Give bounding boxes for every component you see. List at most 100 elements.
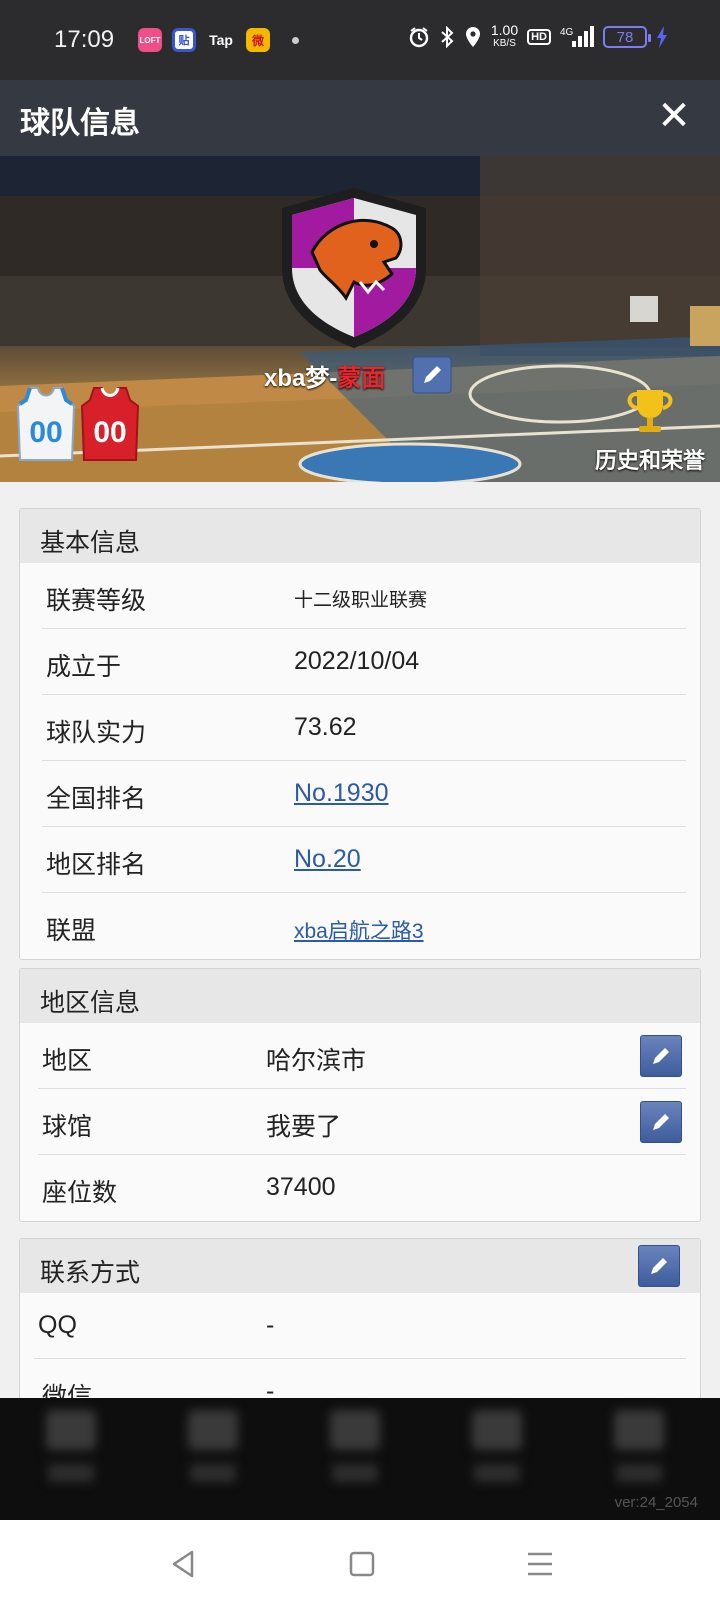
away-jersey-number: 00 (93, 416, 126, 449)
history-honors-button[interactable]: 历史和荣誉 (590, 388, 710, 475)
taptap-app-icon: Tap (209, 32, 233, 48)
nav-label (332, 1464, 378, 1482)
version-label: ver:24_2054 (614, 1494, 698, 1511)
contact-info-card: 联系方式 QQ - 微信 - (19, 1238, 701, 1398)
pencil-icon (651, 1258, 667, 1274)
pencil-icon (412, 356, 452, 394)
nav-label (474, 1464, 520, 1482)
nav-label (616, 1464, 662, 1482)
system-icons: 1.00 KB/S HD 4G 78 (408, 22, 668, 50)
regional-rank-link[interactable]: No.20 (294, 845, 361, 874)
edit-team-name-button[interactable] (412, 356, 452, 394)
history-honors-label: 历史和荣誉 (594, 448, 705, 473)
pencil-icon (653, 1114, 669, 1130)
home-square-icon[interactable] (342, 1544, 382, 1584)
back-triangle-icon[interactable] (164, 1544, 204, 1584)
network-speed: 1.00 KB/S (490, 22, 519, 50)
region-info-heading: 地区信息 (20, 969, 700, 1023)
row-label: 地区排名 (46, 851, 147, 879)
status-time: 17:09 (54, 26, 115, 53)
alliance-link[interactable]: xba启航之路3 (294, 915, 424, 945)
edit-region-button[interactable] (640, 1035, 682, 1077)
row-value: 十二级职业联赛 (294, 590, 428, 611)
home-jersey-icon[interactable]: 00 (16, 386, 76, 462)
pencil-icon (653, 1048, 669, 1064)
net-speed-unit: KB/S (493, 38, 516, 49)
weibo-app-icon: 微 (246, 28, 270, 52)
home-jersey-number: 00 (29, 416, 62, 449)
edit-arena-button[interactable] (640, 1101, 682, 1143)
nav-item-1[interactable] (36, 1410, 106, 1490)
svg-text:4G: 4G (560, 27, 574, 38)
row-label: 座位数 (42, 1179, 118, 1207)
info-row-region: 地区 哈尔滨市 (38, 1023, 686, 1089)
bottom-navigation: ver:24_2054 (0, 1398, 720, 1520)
row-label: 地区 (42, 1047, 93, 1075)
contact-info-title: 联系方式 (40, 1259, 141, 1287)
row-label: 全国排名 (46, 785, 147, 813)
row-label: 球馆 (42, 1113, 93, 1141)
charging-icon (657, 26, 667, 48)
away-jersey-icon[interactable]: 00 (80, 386, 140, 462)
nav-icon (614, 1410, 664, 1450)
main-content[interactable]: 基本信息 联赛等级 十二级职业联赛 成立于 2022/10/04 球队实力 73… (0, 482, 720, 1398)
row-label: 球队实力 (46, 719, 147, 747)
bluetooth-icon (441, 26, 454, 48)
close-icon: ✕ (657, 94, 691, 138)
nav-item-5[interactable] (604, 1410, 674, 1490)
info-row-arena: 球馆 我要了 (38, 1089, 686, 1155)
edit-contact-button[interactable] (638, 1245, 680, 1287)
row-label: 联盟 (46, 917, 97, 945)
row-value: - (266, 1377, 275, 1398)
info-row-wechat: 微信 - (38, 1359, 686, 1398)
team-name-suffix: 蒙面 (337, 365, 386, 392)
info-row-qq: QQ - (34, 1293, 686, 1359)
nav-icon (330, 1410, 380, 1450)
nav-icon (472, 1410, 522, 1450)
region-info-card: 地区信息 地区 哈尔滨市 球馆 我要了 座位数 37400 (19, 968, 701, 1222)
title-bar: 球队信息 ✕ (0, 80, 720, 156)
nav-item-4[interactable] (462, 1410, 532, 1490)
team-name-prefix: xba梦- (264, 365, 338, 392)
info-row-seats: 座位数 37400 (38, 1155, 686, 1221)
row-label: QQ (38, 1311, 77, 1339)
row-label: 联赛等级 (46, 587, 147, 615)
tieba-app-icon: 贴 (172, 28, 196, 52)
nav-label (48, 1464, 94, 1482)
info-row-alliance: 联盟 xba启航之路3 (42, 893, 686, 959)
team-banner: xba梦-蒙面 00 00 历史和荣誉 (0, 156, 720, 482)
nav-icon (46, 1410, 96, 1450)
page-title: 球队信息 (20, 107, 140, 140)
nav-item-2[interactable] (178, 1410, 248, 1490)
system-navigation-bar (0, 1520, 720, 1608)
notification-icons: LOFT 贴 Tap 微 (138, 28, 299, 52)
net-speed-value: 1.00 (490, 22, 519, 38)
national-rank-link[interactable]: No.1930 (294, 779, 389, 808)
basic-info-card: 基本信息 联赛等级 十二级职业联赛 成立于 2022/10/04 球队实力 73… (19, 508, 701, 960)
team-name: xba梦-蒙面 (264, 358, 385, 393)
row-value: - (266, 1311, 275, 1339)
close-button[interactable]: ✕ (652, 94, 696, 138)
nav-item-3[interactable] (320, 1410, 390, 1490)
trophy-icon (627, 390, 673, 432)
info-row-league-level: 联赛等级 十二级职业联赛 (42, 563, 686, 629)
info-row-founded: 成立于 2022/10/04 (42, 629, 686, 695)
nav-icon (188, 1410, 238, 1450)
row-value: 37400 (266, 1173, 336, 1201)
row-value: 2022/10/04 (294, 647, 420, 675)
info-row-national-rank: 全国排名 No.1930 (42, 761, 686, 827)
hd-badge: HD (527, 29, 551, 45)
team-logo (282, 188, 426, 348)
row-label: 成立于 (46, 653, 122, 681)
location-icon (465, 27, 480, 47)
battery-indicator: 78 (603, 26, 651, 48)
status-bar: 17:09 LOFT 贴 Tap 微 1.00 KB/S HD 4G 78 (0, 0, 720, 80)
basic-info-heading: 基本信息 (20, 509, 700, 563)
lofter-app-icon: LOFT (138, 28, 162, 52)
menu-lines-icon[interactable] (520, 1544, 560, 1584)
row-value: 73.62 (294, 713, 357, 741)
row-value: 我要了 (266, 1113, 342, 1141)
contact-info-heading: 联系方式 (20, 1239, 700, 1293)
row-value: 哈尔滨市 (266, 1047, 367, 1075)
row-label: 微信 (42, 1383, 93, 1398)
